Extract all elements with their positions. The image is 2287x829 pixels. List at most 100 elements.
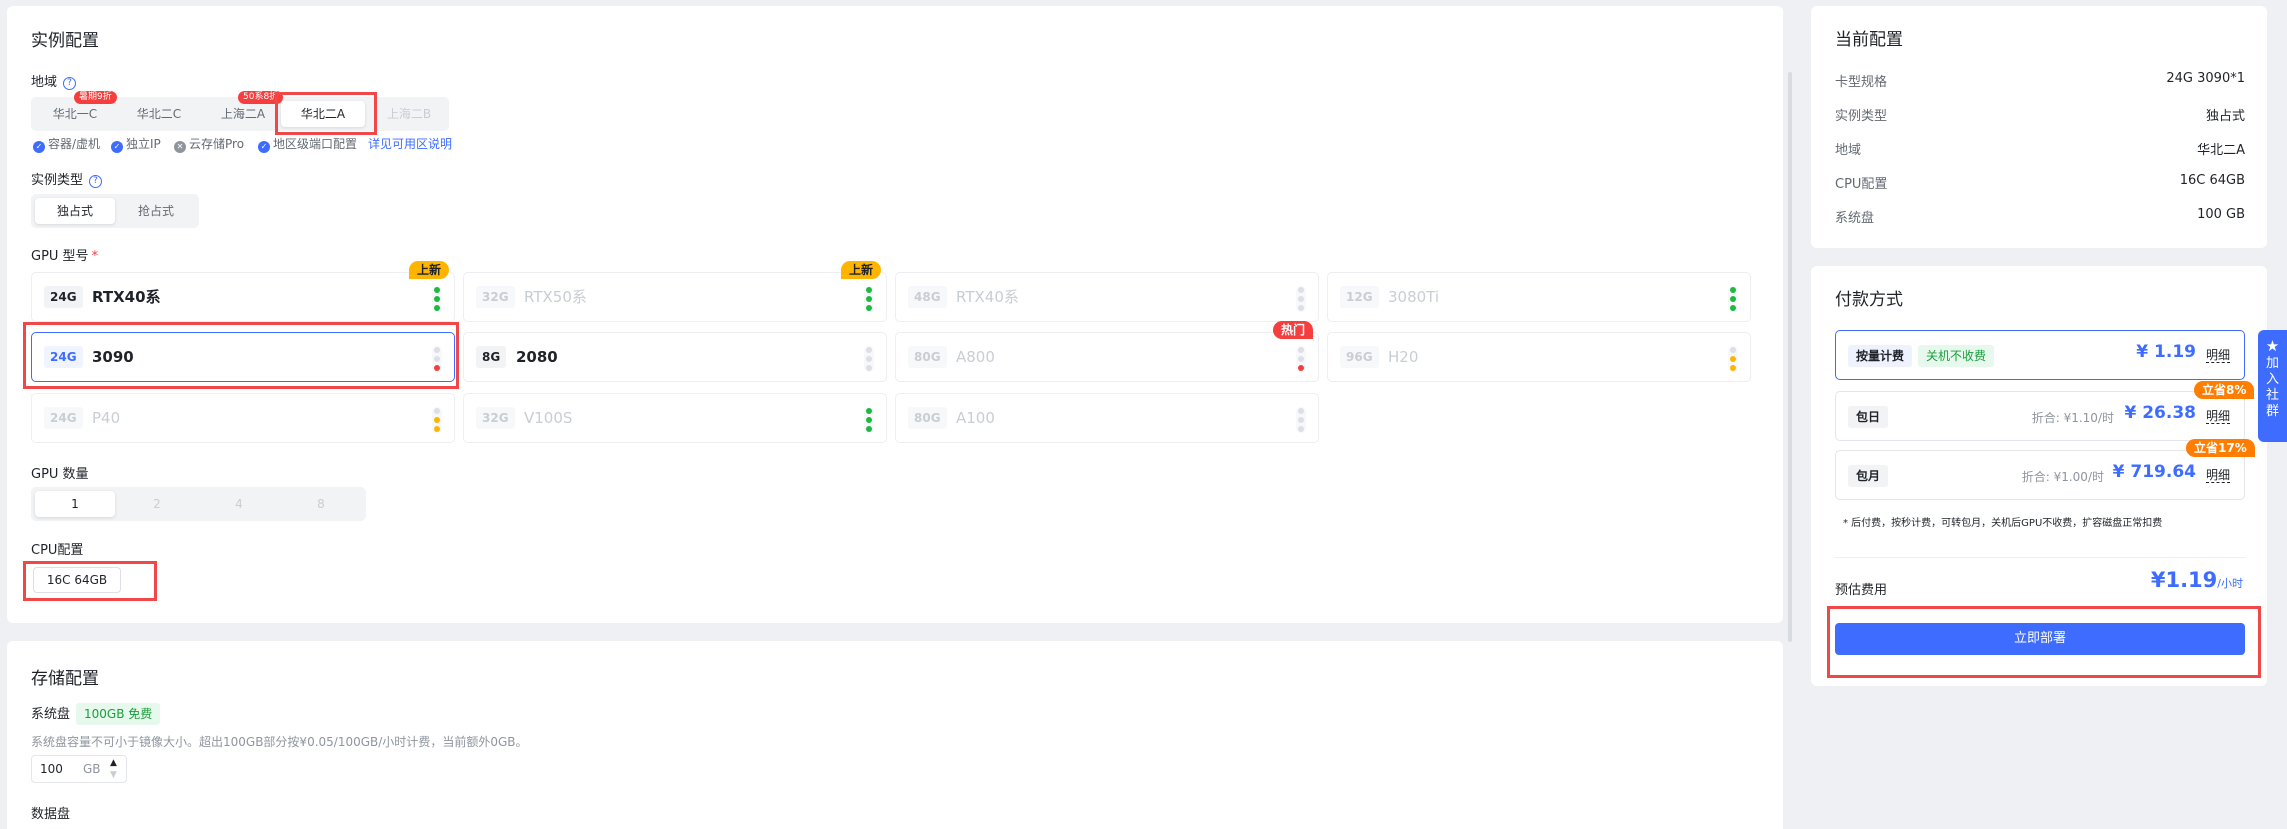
current-row-key: 卡型规格	[1835, 75, 1888, 90]
availability-dot	[866, 347, 872, 353]
availability-dot	[1298, 426, 1304, 432]
pay-option-label: 按量计费	[1848, 345, 1913, 367]
payment-title: 付款方式	[1835, 290, 1903, 310]
availability-dot	[434, 305, 440, 311]
current-row-value: 独占式	[2205, 109, 2245, 124]
system-disk-label: 系统盘	[31, 707, 71, 722]
gpu-card[interactable]: 32G RTX50系	[463, 272, 887, 322]
gpu-name: RTX40系	[92, 288, 161, 306]
gpu-name: RTX50系	[524, 288, 587, 306]
gpu-count-option[interactable]: 1	[35, 491, 115, 517]
disk-value[interactable]: 100	[40, 762, 63, 776]
instance-type-label: 实例类型?	[31, 169, 103, 188]
gpu-name: 3080Ti	[1388, 288, 1440, 306]
feature-port-config: ✓ 地区级端口配置	[258, 136, 358, 153]
gpu-count-label: GPU 数量	[31, 467, 89, 482]
join-community-button[interactable]: ★ 加入社群	[2258, 330, 2287, 442]
required-mark: *	[91, 249, 99, 264]
estimate-price: ¥1.19/小时	[2151, 568, 2243, 592]
region-label-text: 地域	[31, 75, 58, 90]
stepper-down-icon[interactable]: ▼	[110, 770, 117, 780]
pay-detail-link[interactable]: 明细	[2205, 409, 2230, 424]
availability-indicator	[432, 407, 442, 433]
availability-dot	[1298, 296, 1304, 302]
availability-indicator	[864, 286, 874, 312]
availability-dot	[866, 365, 872, 371]
system-disk-row: 系统盘 100GB 免费	[31, 703, 161, 725]
gpu-memory: 96G	[1340, 346, 1379, 368]
gpu-name: RTX40系	[956, 288, 1019, 306]
availability-indicator	[1728, 286, 1738, 312]
pay-detail-link[interactable]: 明细	[2205, 468, 2230, 483]
pay-price: ¥ 26.38	[2124, 403, 2196, 423]
system-disk-note: 系统盘容量不可小于镜像大小。超出100GB部分按¥0.05/100GB/小时计费…	[31, 735, 528, 749]
gpu-card[interactable]: 80G A800	[895, 332, 1319, 382]
gpu-memory: 12G	[1340, 286, 1379, 308]
availability-dot	[1298, 287, 1304, 293]
gpu-count-option: 8	[317, 497, 325, 511]
estimate-label: 预估费用	[1835, 583, 1888, 598]
gpu-memory: 8G	[476, 346, 507, 368]
help-icon[interactable]: ?	[63, 77, 77, 90]
region-option-huabei1c[interactable]: 华北一C	[35, 101, 115, 127]
estimate-unit: /小时	[2217, 577, 2243, 590]
region-option-shanghai2a[interactable]: 上海二A	[203, 101, 283, 127]
pay-option-daily[interactable]: 包日 折合: ¥1.10/时 ¥ 26.38 明细	[1835, 391, 2245, 441]
gpu-card[interactable]: 48G RTX40系	[895, 272, 1319, 322]
current-row-value: 华北二A	[2197, 143, 2245, 158]
instance-config-title: 实例配置	[31, 31, 99, 51]
region-promo-badge: 暑期9折	[74, 91, 117, 104]
help-icon[interactable]: ?	[89, 175, 103, 188]
availability-dot	[866, 408, 872, 414]
availability-dot	[1730, 287, 1736, 293]
gpu-card[interactable]: 80G A100	[895, 393, 1319, 443]
system-disk-input[interactable]: 100 GB ▲ ▼	[31, 755, 127, 783]
feature-label: 独立IP	[126, 137, 161, 151]
availability-dot	[1298, 356, 1304, 362]
gpu-name: P40	[92, 409, 121, 427]
availability-dot	[1298, 408, 1304, 414]
type-option-dedicated[interactable]: 独占式	[35, 198, 115, 224]
availability-dot	[434, 417, 440, 423]
pay-option-hourly[interactable]: 按量计费 关机不收费 ¥ 1.19 明细	[1835, 330, 2245, 380]
pay-option-monthly[interactable]: 包月 折合: ¥1.00/时 ¥ 719.64 明细	[1835, 450, 2245, 500]
check-icon: ✓	[258, 141, 270, 153]
availability-dot	[1730, 347, 1736, 353]
gpu-memory: 80G	[908, 346, 947, 368]
pay-fold-price: 折合: ¥1.10/时	[2031, 411, 2114, 425]
current-row-value: 24G 3090*1	[2166, 71, 2245, 86]
gpu-name: 2080	[516, 348, 558, 366]
current-row-value: 16C 64GB	[2179, 173, 2245, 188]
region-option-huabei2c[interactable]: 华北二C	[119, 101, 199, 127]
data-disk-label: 数据盘	[31, 807, 71, 822]
gpu-card[interactable]: 96G H20	[1327, 332, 1751, 382]
gpu-card[interactable]: 12G 3080Ti	[1327, 272, 1751, 322]
scrollbar[interactable]	[1788, 72, 1792, 642]
gpu-card[interactable]: 8G 2080	[463, 332, 887, 382]
availability-indicator	[864, 346, 874, 372]
type-option-preemptible[interactable]: 抢占式	[117, 198, 195, 224]
highlight-deploy	[1827, 606, 2261, 678]
pay-option-label: 包日	[1848, 406, 1889, 428]
region-option-shanghai2b: 上海二B	[386, 107, 432, 121]
gpu-memory: 32G	[476, 286, 515, 308]
gpu-card[interactable]: 32G V100S	[463, 393, 887, 443]
community-label: 加入社群	[2265, 356, 2279, 419]
gpu-memory: 24G	[44, 286, 83, 308]
region-info-link[interactable]: 详见可用区说明	[368, 136, 452, 152]
feature-label: 地区级端口配置	[273, 137, 358, 151]
gpu-card[interactable]: 24G RTX40系	[31, 272, 455, 322]
stepper-up-icon[interactable]: ▲	[110, 758, 117, 768]
availability-dot	[1298, 365, 1304, 371]
gpu-model-label-text: GPU 型号	[31, 249, 89, 264]
region-label: 地域?	[31, 71, 77, 90]
divider	[1835, 557, 2245, 558]
feature-label: 云存储Pro	[189, 137, 245, 151]
gpu-count-option: 4	[235, 497, 243, 511]
availability-dot	[866, 296, 872, 302]
pay-detail-link[interactable]: 明细	[2205, 348, 2230, 363]
current-row-key: CPU配置	[1835, 177, 1888, 192]
new-badge: 上新	[841, 261, 882, 279]
feature-dedicated-ip: ✓ 独立IP	[111, 136, 161, 153]
gpu-card[interactable]: 24G P40	[31, 393, 455, 443]
